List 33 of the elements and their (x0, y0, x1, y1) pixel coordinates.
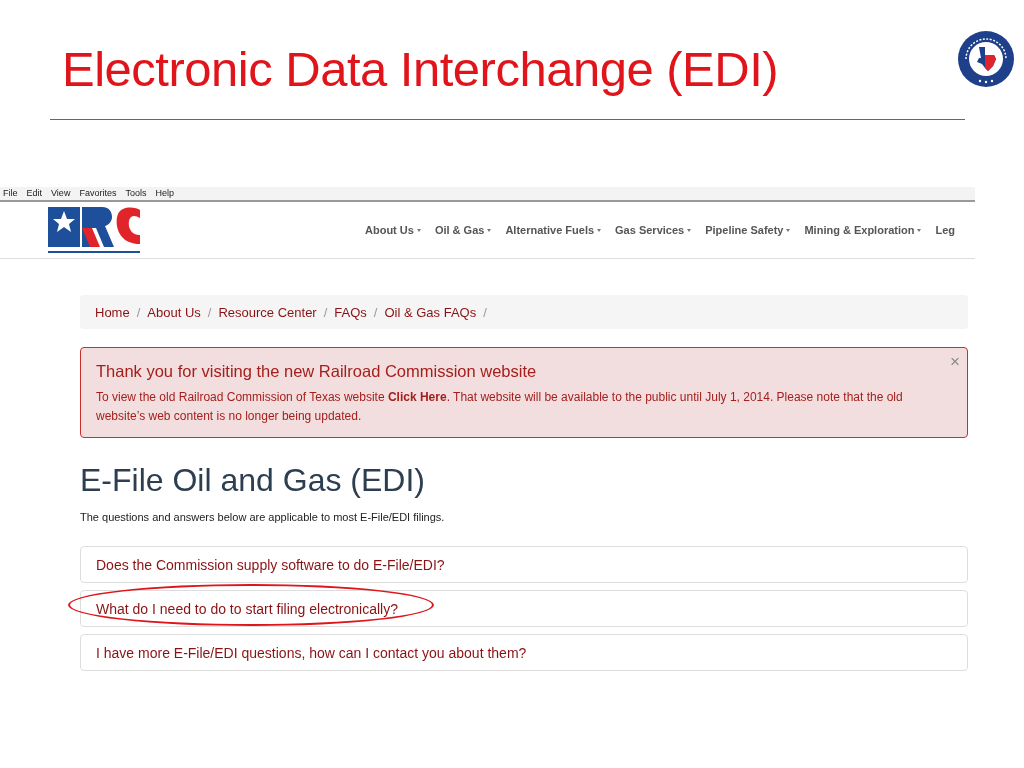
breadcrumb-separator: / (322, 304, 329, 320)
menu-item[interactable]: File (3, 187, 18, 200)
page-heading: E-File Oil and Gas (EDI) (80, 462, 426, 499)
faq-panel[interactable]: I have more E-File/EDI questions, how can I contact you about them? (80, 634, 968, 671)
breadcrumb-separator: / (206, 304, 213, 320)
nav-link[interactable]: Alternative Fuels (498, 224, 609, 236)
breadcrumb-separator: / (135, 304, 142, 320)
menu-item[interactable]: Favorites (79, 187, 117, 200)
logo-icon (48, 207, 140, 253)
menu-item[interactable]: View (51, 187, 71, 200)
nav-link[interactable]: Leg (928, 224, 955, 236)
nav-link[interactable]: Mining & Exploration (797, 224, 929, 236)
menu-item[interactable]: Help (155, 187, 174, 200)
breadcrumb-link[interactable]: Resource Center (218, 304, 317, 320)
menu-item[interactable]: Edit (26, 187, 43, 200)
nav-link[interactable]: Oil & Gas (427, 224, 499, 236)
breadcrumb-link[interactable]: FAQs (334, 304, 367, 320)
breadcrumb-link[interactable]: Oil & Gas FAQs (384, 304, 477, 320)
breadcrumb-link[interactable]: About Us (147, 304, 201, 320)
alert-text: To view the old Railroad Commission of Texas website Click Here. That website will be available to the public until July 1, 2014. Please note that the old website’s web content is no longer being updated. (96, 389, 904, 425)
nav-link[interactable]: About Us (358, 224, 428, 236)
faq-panel[interactable]: What do I need to do to start filing electronically? (80, 590, 968, 627)
menu-item[interactable]: Tools (125, 187, 147, 200)
nav-link[interactable]: Gas Services (608, 224, 699, 236)
intro-text: The questions and answers below are applicable to most E-File/EDI filings. (80, 511, 446, 523)
nav-link[interactable]: Pipeline Safety (698, 224, 798, 236)
slide-title: Electronic Data Interchange (EDI) (62, 40, 779, 97)
breadcrumb-separator: / (482, 304, 488, 320)
faq-panel[interactable]: Does the Commission supply software to do E-File/EDI? (80, 546, 968, 583)
breadcrumb-separator: / (372, 304, 379, 320)
alert-title: Thank you for visiting the new Railroad Commission website (96, 362, 538, 381)
seal-logo (957, 29, 1015, 88)
breadcrumb-link[interactable]: Home (95, 304, 130, 320)
